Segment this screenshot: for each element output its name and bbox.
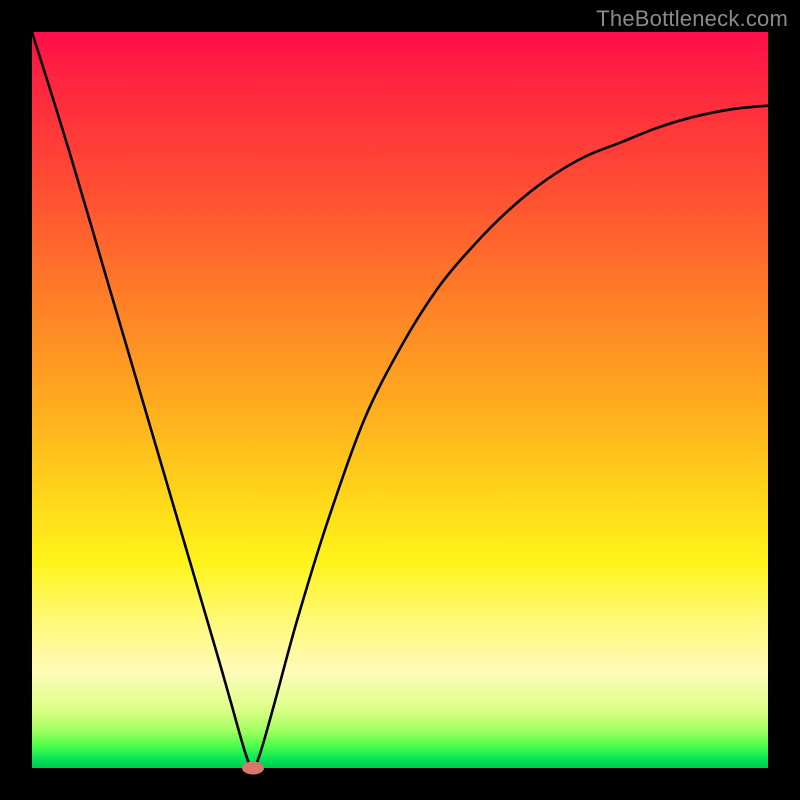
bottleneck-curve <box>32 32 768 768</box>
chart-frame: TheBottleneck.com <box>0 0 800 800</box>
plot-area <box>32 32 768 768</box>
curve-path <box>32 32 768 768</box>
watermark-text: TheBottleneck.com <box>596 6 788 32</box>
minimum-point-marker <box>242 762 264 775</box>
